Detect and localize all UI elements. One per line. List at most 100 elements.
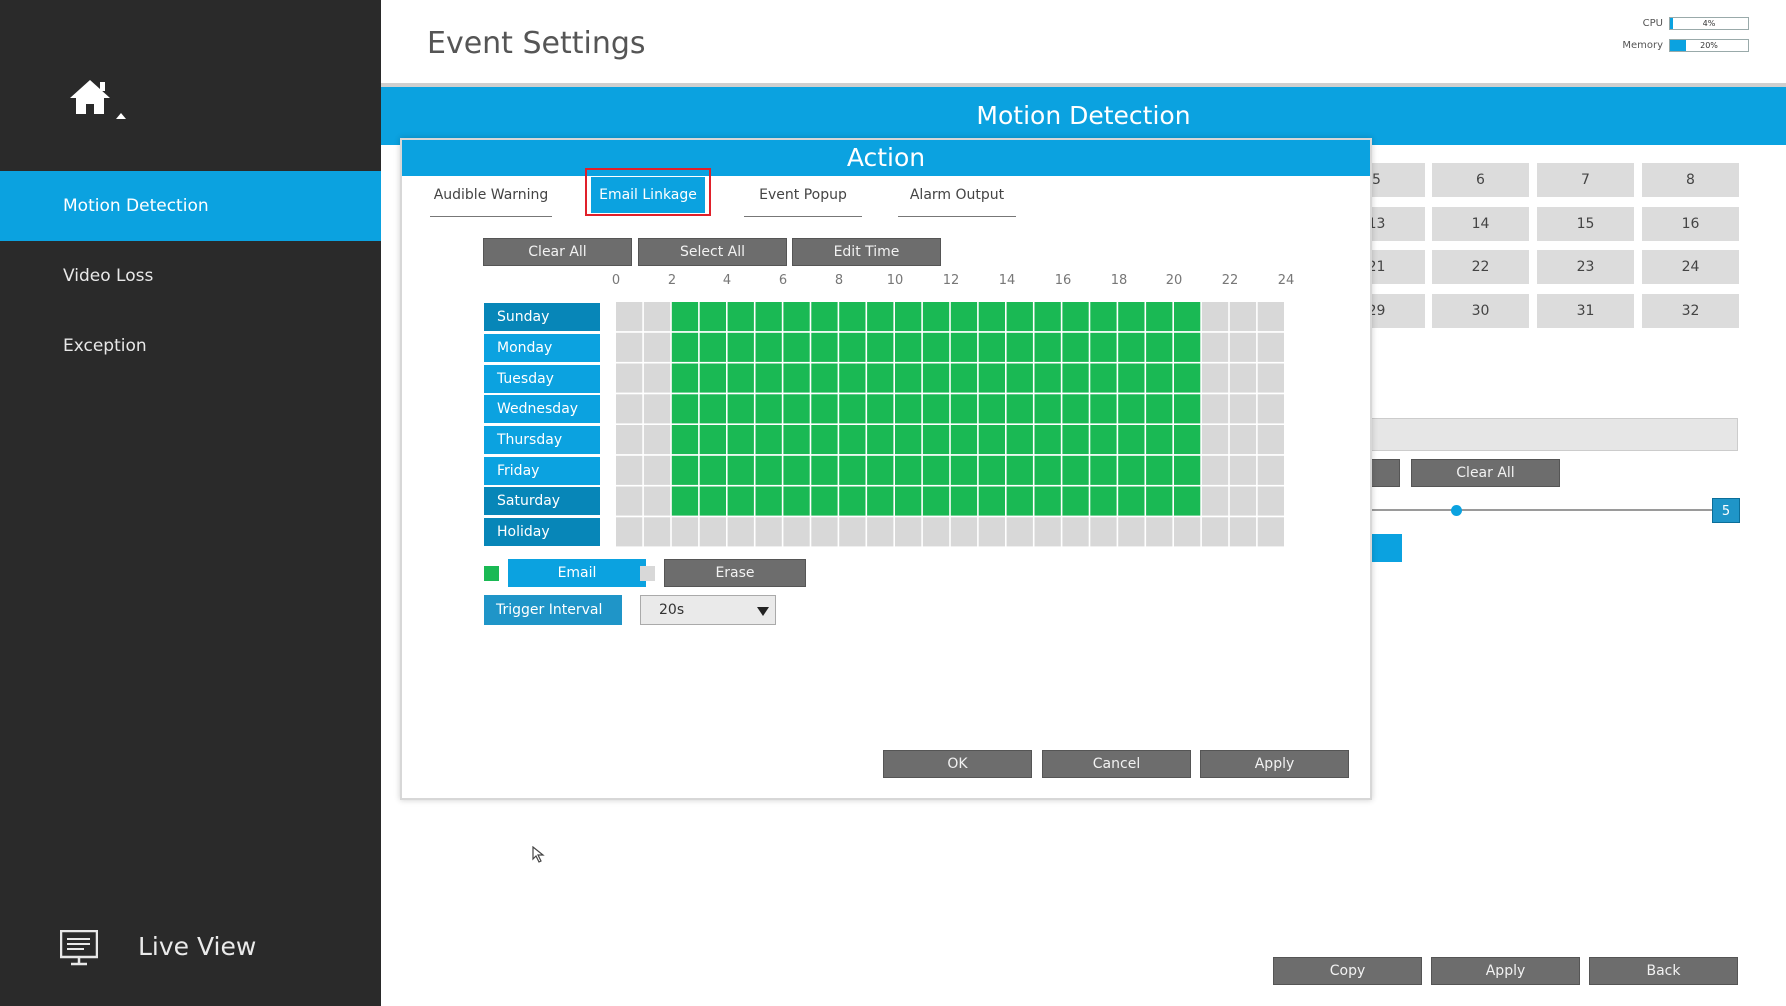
schedule-cell[interactable] <box>1090 455 1117 485</box>
schedule-cell[interactable] <box>643 332 671 362</box>
schedule-cell[interactable] <box>839 332 866 362</box>
schedule-cell[interactable] <box>1146 332 1173 362</box>
schedule-cell[interactable] <box>1090 332 1117 362</box>
tab-event-popup[interactable]: Event Popup <box>744 174 862 217</box>
schedule-cell[interactable] <box>950 517 978 547</box>
schedule-cell[interactable] <box>699 302 726 332</box>
schedule-cell[interactable] <box>643 425 671 455</box>
schedule-cell[interactable] <box>922 394 950 424</box>
schedule-cell[interactable] <box>783 394 810 424</box>
schedule-cell[interactable] <box>1229 302 1257 332</box>
schedule-cell[interactable] <box>727 332 754 362</box>
back-button[interactable]: Back <box>1589 957 1738 985</box>
schedule-cell[interactable] <box>699 425 726 455</box>
schedule-cell[interactable] <box>1146 425 1173 455</box>
schedule-cell[interactable] <box>1257 363 1284 393</box>
schedule-cell[interactable] <box>922 425 950 455</box>
schedule-cell[interactable] <box>1034 517 1061 547</box>
schedule-cell[interactable] <box>616 332 643 362</box>
live-view-button[interactable]: Live View <box>58 930 358 970</box>
schedule-cell[interactable] <box>867 363 894 393</box>
schedule-cell[interactable] <box>783 332 810 362</box>
schedule-cell[interactable] <box>950 332 978 362</box>
tab-alarm-output[interactable]: Alarm Output <box>898 174 1016 217</box>
schedule-cell[interactable] <box>783 486 810 516</box>
schedule-cell[interactable] <box>699 363 726 393</box>
schedule-cell[interactable] <box>922 486 950 516</box>
schedule-cell[interactable] <box>922 517 950 547</box>
schedule-cell[interactable] <box>1174 517 1201 547</box>
schedule-cell[interactable] <box>1257 302 1284 332</box>
schedule-cell[interactable] <box>699 332 726 362</box>
schedule-cell[interactable] <box>755 332 782 362</box>
schedule-cell[interactable] <box>1257 425 1284 455</box>
schedule-cell[interactable] <box>839 425 866 455</box>
schedule-cell[interactable] <box>1201 302 1229 332</box>
schedule-cell[interactable] <box>1201 517 1229 547</box>
schedule-cell[interactable] <box>1146 394 1173 424</box>
schedule-cell[interactable] <box>1146 302 1173 332</box>
channel-button[interactable]: 14 <box>1432 207 1529 241</box>
schedule-cell[interactable] <box>839 517 866 547</box>
schedule-cell[interactable] <box>616 455 643 485</box>
channel-button[interactable]: 31 <box>1537 294 1634 328</box>
channel-button[interactable]: 22 <box>1432 250 1529 284</box>
channel-button[interactable]: 8 <box>1642 163 1739 197</box>
schedule-cell[interactable] <box>727 394 754 424</box>
schedule-cell[interactable] <box>950 486 978 516</box>
schedule-cell[interactable] <box>1090 394 1117 424</box>
sensitivity-slider[interactable] <box>1330 509 1712 511</box>
day-label-wednesday[interactable]: Wednesday <box>484 395 600 423</box>
cancel-button[interactable]: Cancel <box>1042 750 1191 778</box>
sensitivity-slider-handle[interactable] <box>1451 505 1462 516</box>
schedule-cell[interactable] <box>1146 363 1173 393</box>
schedule-cell[interactable] <box>1229 455 1257 485</box>
schedule-cell[interactable] <box>1062 517 1089 547</box>
erase-brush-button[interactable]: Erase <box>664 559 806 587</box>
schedule-cell[interactable] <box>1229 332 1257 362</box>
schedule-cell[interactable] <box>1006 394 1033 424</box>
schedule-cell[interactable] <box>1118 486 1145 516</box>
schedule-cell[interactable] <box>1034 394 1061 424</box>
schedule-cell[interactable] <box>755 363 782 393</box>
schedule-cell[interactable] <box>1062 455 1089 485</box>
schedule-cell[interactable] <box>1229 517 1257 547</box>
schedule-cell[interactable] <box>783 517 810 547</box>
schedule-cell[interactable] <box>978 302 1005 332</box>
schedule-cell[interactable] <box>895 486 922 516</box>
schedule-cell[interactable] <box>783 363 810 393</box>
schedule-cell[interactable] <box>811 302 838 332</box>
schedule-cell[interactable] <box>922 455 950 485</box>
schedule-cell[interactable] <box>1257 394 1284 424</box>
schedule-cell[interactable] <box>1118 517 1145 547</box>
schedule-cell[interactable] <box>699 517 726 547</box>
schedule-cell[interactable] <box>1118 302 1145 332</box>
schedule-cell[interactable] <box>839 302 866 332</box>
schedule-cell[interactable] <box>1118 332 1145 362</box>
schedule-cell[interactable] <box>1201 425 1229 455</box>
schedule-cell[interactable] <box>867 332 894 362</box>
schedule-cell[interactable] <box>978 486 1005 516</box>
schedule-cell[interactable] <box>1118 455 1145 485</box>
sidebar-item-exception[interactable]: Exception <box>0 311 381 381</box>
schedule-cell[interactable] <box>727 363 754 393</box>
day-label-holiday[interactable]: Holiday <box>484 518 600 546</box>
schedule-cell[interactable] <box>1229 486 1257 516</box>
schedule-cell[interactable] <box>1090 425 1117 455</box>
schedule-cell[interactable] <box>950 425 978 455</box>
schedule-cell[interactable] <box>1034 455 1061 485</box>
schedule-cell[interactable] <box>839 486 866 516</box>
schedule-cell[interactable] <box>727 486 754 516</box>
schedule-cell[interactable] <box>616 394 643 424</box>
schedule-cell[interactable] <box>616 363 643 393</box>
schedule-cell[interactable] <box>1201 455 1229 485</box>
schedule-cell[interactable] <box>1062 425 1089 455</box>
schedule-cell[interactable] <box>643 302 671 332</box>
schedule-cell[interactable] <box>1257 517 1284 547</box>
schedule-cell[interactable] <box>671 332 699 362</box>
schedule-cell[interactable] <box>1146 517 1173 547</box>
schedule-cell[interactable] <box>727 302 754 332</box>
schedule-cell[interactable] <box>1006 332 1033 362</box>
channel-button[interactable]: 7 <box>1537 163 1634 197</box>
schedule-cell[interactable] <box>922 302 950 332</box>
